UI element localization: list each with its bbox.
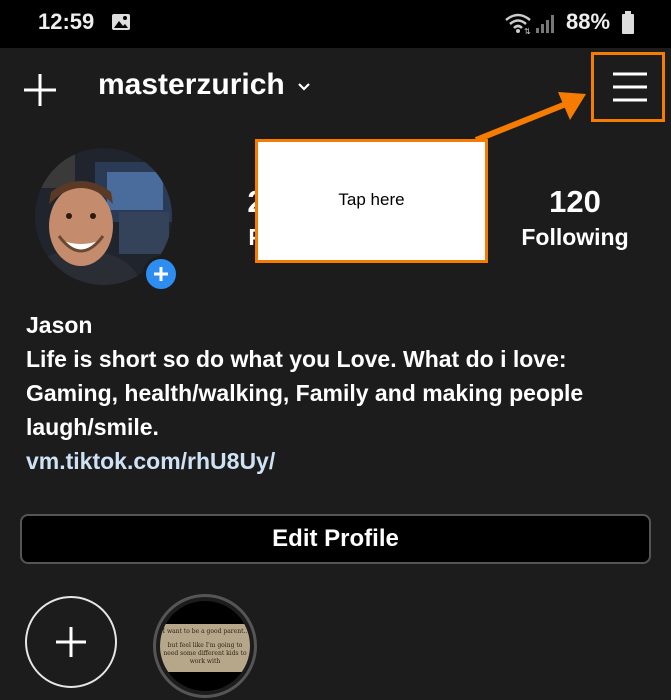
- bio-text: Life is short so do what you Love. What …: [26, 346, 584, 440]
- status-time: 12:59: [38, 9, 95, 34]
- battery-percent: 88%: [566, 9, 611, 34]
- callout-text: Tap here: [338, 189, 405, 209]
- wifi-icon: ⇅: [504, 12, 532, 39]
- add-story-badge[interactable]: [143, 256, 179, 292]
- username: masterzurich: [98, 68, 285, 101]
- hamburger-menu-icon[interactable]: [613, 71, 647, 103]
- highlight-card: I want to be a good parent.. but feel li…: [160, 624, 250, 672]
- svg-text:⇅: ⇅: [524, 27, 531, 34]
- plus-icon: [56, 627, 86, 657]
- new-post-button[interactable]: [20, 70, 60, 110]
- new-highlight-button[interactable]: [25, 596, 117, 688]
- bio-link[interactable]: vm.tiktok.com/rhU8Uy/: [26, 444, 656, 478]
- edit-profile-button[interactable]: Edit Profile: [20, 514, 651, 564]
- highlight-line-1: I want to be a good parent..: [162, 628, 248, 635]
- chevron-down-icon: [297, 83, 310, 91]
- following-count: 120: [549, 184, 601, 219]
- profile-name: Jason: [26, 312, 93, 338]
- signal-icon: [535, 12, 557, 39]
- menu-highlight-box[interactable]: [591, 52, 665, 122]
- plus-icon: [154, 267, 168, 281]
- bio: Jason Life is short so do what you Love.…: [26, 308, 656, 478]
- arrow-annotation: [474, 92, 586, 143]
- highlight-line-2: but feel like I'm going to need some dif…: [163, 642, 247, 665]
- tap-here-callout: Tap here: [255, 139, 488, 263]
- account-switcher[interactable]: masterzurich: [98, 68, 311, 102]
- battery-icon: [621, 11, 635, 40]
- plus-icon: [24, 74, 56, 106]
- status-bar: 12:59 ⇅ 88%: [0, 0, 671, 48]
- following-stat[interactable]: 120 Following: [505, 184, 645, 251]
- gallery-icon: [111, 13, 131, 36]
- story-highlight[interactable]: I want to be a good parent.. but feel li…: [153, 594, 257, 698]
- following-label: Following: [521, 224, 629, 250]
- highlight-thumbnail: I want to be a good parent.. but feel li…: [160, 601, 250, 691]
